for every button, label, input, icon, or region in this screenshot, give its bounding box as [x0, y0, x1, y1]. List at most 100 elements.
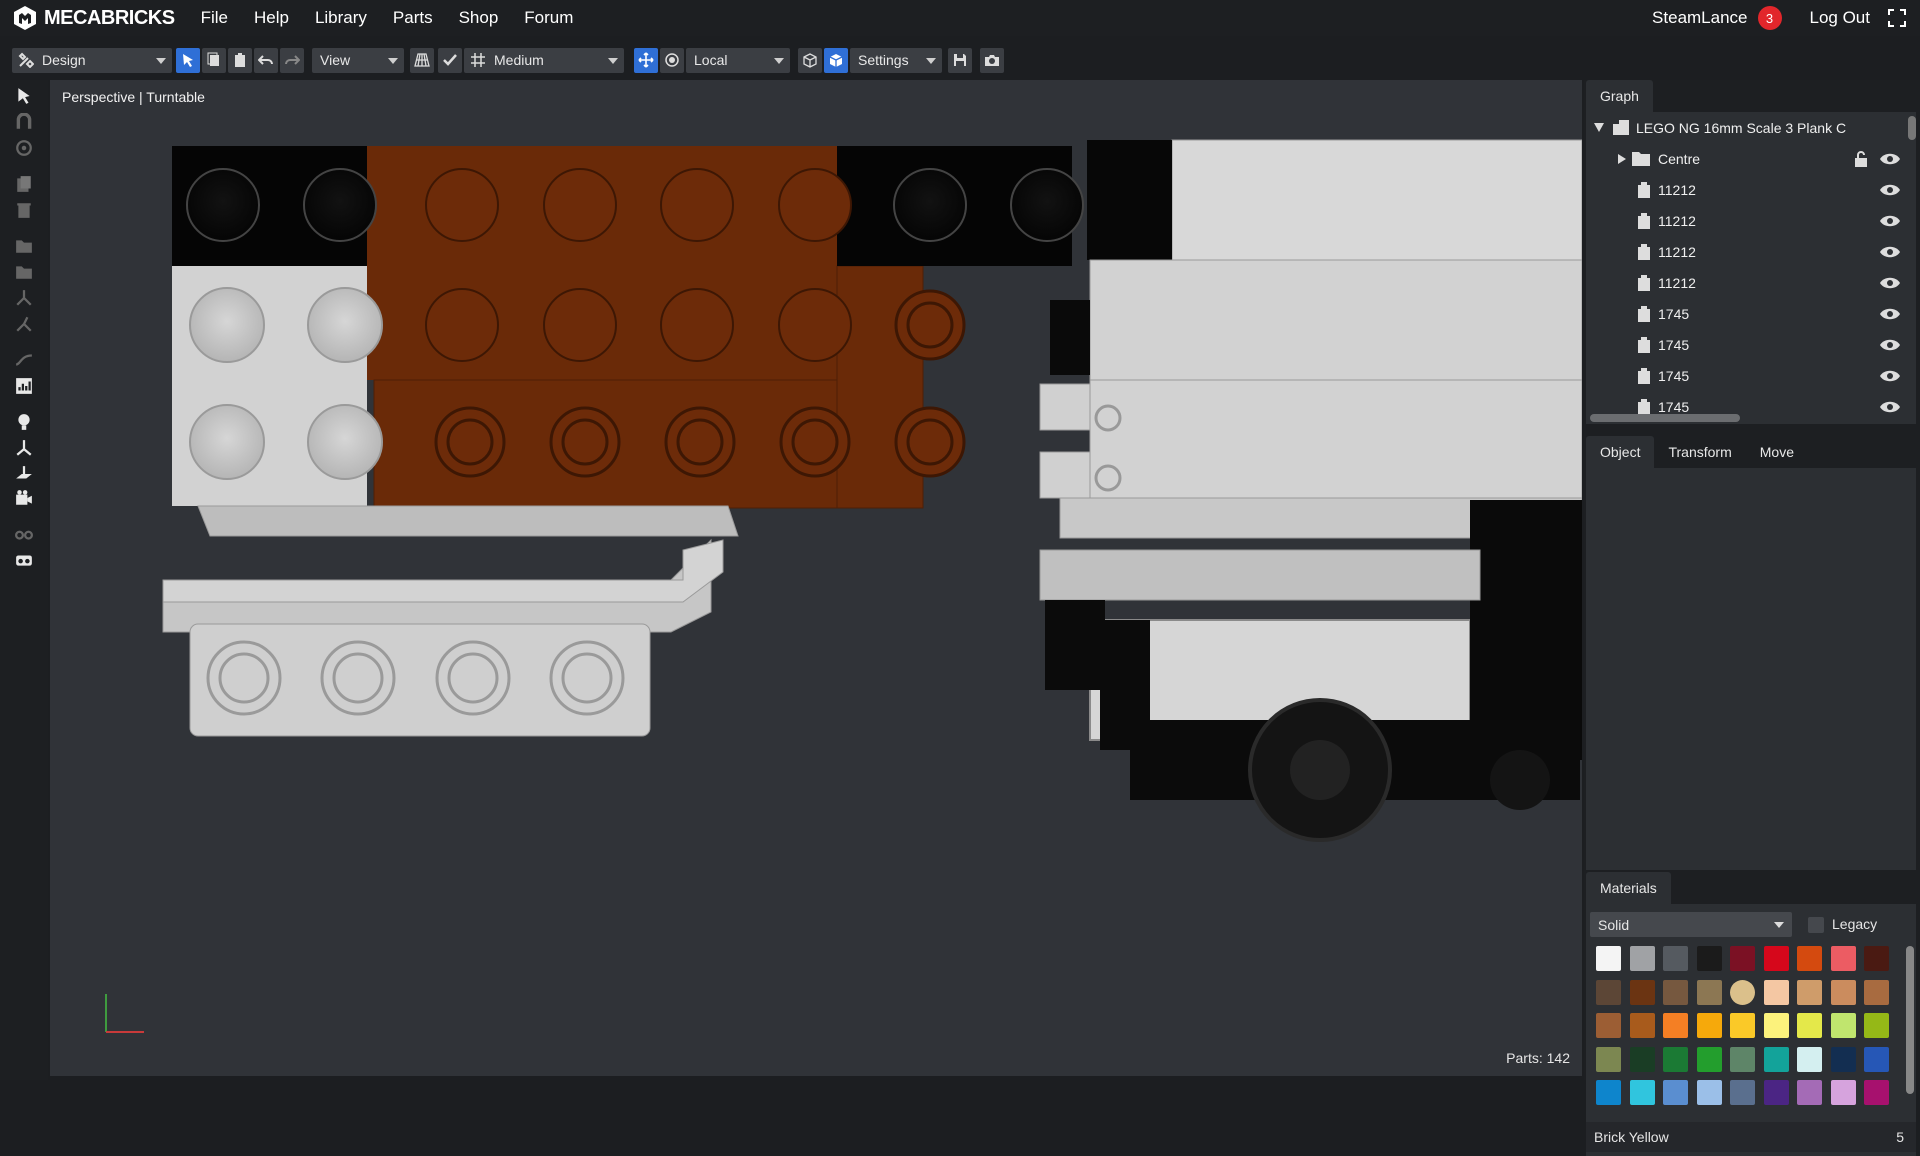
- fullscreen-icon[interactable]: [1888, 9, 1906, 27]
- color-swatch[interactable]: [1730, 1046, 1755, 1072]
- color-swatch[interactable]: [1663, 1046, 1688, 1072]
- color-swatch[interactable]: [1629, 1046, 1655, 1072]
- graph-item-part[interactable]: 1745: [1586, 329, 1916, 360]
- visibility-eye-icon[interactable]: [1880, 369, 1900, 383]
- color-swatch[interactable]: [1696, 1080, 1722, 1105]
- camera-tool[interactable]: [14, 488, 34, 508]
- graph-item-part[interactable]: 11212: [1586, 174, 1916, 205]
- color-swatch[interactable]: [1830, 1080, 1856, 1105]
- tab-transform[interactable]: Transform: [1654, 436, 1745, 468]
- wireframe-button[interactable]: [798, 47, 822, 73]
- screenshot-button[interactable]: [980, 47, 1004, 73]
- settings-dropdown[interactable]: Settings: [850, 47, 942, 73]
- tab-object[interactable]: Object: [1586, 436, 1655, 468]
- visibility-eye-icon[interactable]: [1880, 400, 1900, 414]
- scene-graph[interactable]: LEGO NG 16mm Scale 3 Plank C Centre 1121…: [1586, 112, 1916, 424]
- color-swatch[interactable]: [1763, 1046, 1789, 1072]
- color-swatch[interactable]: [1696, 1013, 1722, 1038]
- visibility-eye-icon[interactable]: [1880, 245, 1900, 259]
- select-tool-button[interactable]: [176, 47, 200, 73]
- color-swatch[interactable]: [1596, 1013, 1621, 1038]
- view-dropdown[interactable]: View: [312, 47, 404, 73]
- undo-button[interactable]: [254, 47, 278, 73]
- rotate-gizmo-button[interactable]: [660, 47, 684, 73]
- color-swatch[interactable]: [1864, 979, 1889, 1005]
- vr-tool[interactable]: [14, 550, 34, 570]
- graph-item-centre[interactable]: Centre: [1586, 143, 1916, 174]
- graph-vertical-scrollbar[interactable]: [1908, 116, 1916, 140]
- bend-tool[interactable]: [14, 314, 34, 334]
- axis-tool[interactable]: [14, 438, 34, 458]
- material-type-dropdown[interactable]: Solid: [1590, 912, 1792, 937]
- color-swatch[interactable]: [1864, 1046, 1889, 1072]
- color-swatch[interactable]: [1864, 946, 1889, 971]
- color-swatch[interactable]: [1629, 946, 1655, 971]
- color-swatch[interactable]: [1830, 946, 1856, 971]
- color-swatch[interactable]: [1797, 1013, 1822, 1038]
- color-swatch[interactable]: [1696, 946, 1722, 971]
- ungroup-tool[interactable]: [14, 262, 34, 282]
- graph-item-part[interactable]: 1745: [1586, 298, 1916, 329]
- color-swatch[interactable]: [1864, 1013, 1889, 1038]
- visibility-eye-icon[interactable]: [1880, 152, 1900, 166]
- tab-graph[interactable]: Graph: [1586, 80, 1653, 112]
- color-swatch[interactable]: [1696, 979, 1722, 1005]
- color-swatch[interactable]: [1663, 1013, 1688, 1038]
- mode-dropdown[interactable]: Design: [12, 47, 172, 73]
- color-swatch[interactable]: [1864, 1080, 1889, 1105]
- visibility-eye-icon[interactable]: [1880, 276, 1900, 290]
- color-swatch[interactable]: [1730, 1013, 1755, 1038]
- grey-wall-top[interactable]: [1171, 139, 1582, 261]
- graph-item-part[interactable]: 11212: [1586, 267, 1916, 298]
- color-swatch[interactable]: [1830, 1013, 1856, 1038]
- clone-tool[interactable]: [14, 174, 34, 194]
- model-render[interactable]: [50, 80, 1582, 1076]
- delete-tool[interactable]: [14, 200, 34, 220]
- copy-button[interactable]: [202, 47, 226, 73]
- color-swatch[interactable]: [1596, 979, 1621, 1005]
- graph-item-part[interactable]: 11212: [1586, 205, 1916, 236]
- color-swatch[interactable]: [1763, 1013, 1789, 1038]
- caret-right-icon[interactable]: [1618, 154, 1626, 164]
- color-swatch[interactable]: [1663, 1080, 1688, 1105]
- caret-down-icon[interactable]: [1594, 123, 1604, 132]
- redo-button[interactable]: [280, 47, 304, 73]
- graph-horizontal-scrollbar[interactable]: [1590, 414, 1740, 422]
- visibility-eye-icon[interactable]: [1880, 338, 1900, 352]
- flex-tool[interactable]: [14, 288, 34, 308]
- username-link[interactable]: SteamLance: [1652, 8, 1747, 28]
- grey-plate-top[interactable]: [197, 505, 739, 537]
- black-corner[interactable]: [1087, 140, 1172, 260]
- color-swatch[interactable]: [1629, 979, 1655, 1005]
- color-swatch[interactable]: [1763, 1080, 1789, 1105]
- color-swatch[interactable]: [1797, 1046, 1822, 1072]
- color-swatch[interactable]: [1797, 979, 1822, 1005]
- paste-button[interactable]: [228, 47, 252, 73]
- stereo-tool[interactable]: [14, 524, 34, 544]
- menu-parts[interactable]: Parts: [393, 8, 433, 28]
- color-swatch[interactable]: [1797, 946, 1822, 971]
- menu-shop[interactable]: Shop: [459, 8, 499, 28]
- move-gizmo-button[interactable]: [634, 47, 658, 73]
- graph-item-part[interactable]: 11212: [1586, 236, 1916, 267]
- grid-toggle-checkbox[interactable]: [438, 47, 462, 73]
- color-swatch[interactable]: [1629, 1013, 1655, 1038]
- color-swatch[interactable]: [1730, 1080, 1755, 1105]
- tab-materials[interactable]: Materials: [1586, 872, 1671, 904]
- rotate-tool[interactable]: [14, 138, 34, 158]
- color-swatch[interactable]: [1663, 979, 1688, 1005]
- grey-wall-lower[interactable]: [1089, 379, 1582, 499]
- color-swatch[interactable]: [1596, 946, 1621, 971]
- graph-item-part[interactable]: 1745: [1586, 360, 1916, 391]
- visibility-eye-icon[interactable]: [1880, 183, 1900, 197]
- 3d-viewport[interactable]: Perspective | Turntable Parts: 142: [50, 80, 1582, 1076]
- materials-scrollbar[interactable]: [1906, 946, 1914, 1094]
- color-swatch[interactable]: [1596, 1046, 1621, 1072]
- menu-file[interactable]: File: [201, 8, 228, 28]
- color-swatch[interactable]: [1830, 979, 1856, 1005]
- stats-tool[interactable]: [14, 376, 34, 396]
- hinge-tool[interactable]: [14, 112, 34, 132]
- space-dropdown[interactable]: Local: [686, 47, 790, 73]
- notification-badge[interactable]: 3: [1757, 6, 1782, 30]
- unlock-icon[interactable]: [1854, 151, 1868, 167]
